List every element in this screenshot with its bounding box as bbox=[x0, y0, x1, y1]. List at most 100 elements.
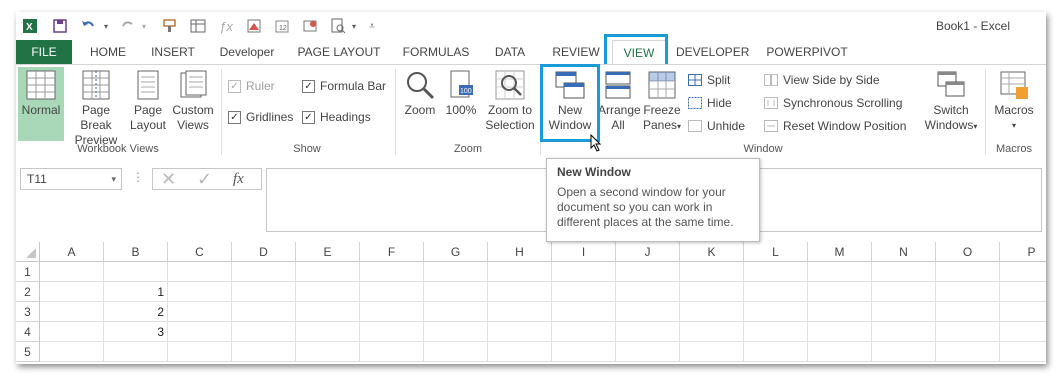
grid-cell[interactable] bbox=[808, 302, 872, 322]
grid-cell[interactable] bbox=[552, 262, 616, 282]
grid-cell[interactable] bbox=[360, 282, 424, 302]
grid-cell[interactable] bbox=[1000, 322, 1046, 342]
grid-cell[interactable] bbox=[680, 342, 744, 362]
print-preview-dropdown-icon[interactable]: ▾ bbox=[346, 18, 362, 34]
grid-cell[interactable] bbox=[232, 282, 296, 302]
grid-cell[interactable] bbox=[680, 322, 744, 342]
grid-cell[interactable] bbox=[1000, 262, 1046, 282]
grid-cell[interactable] bbox=[424, 322, 488, 342]
column-header[interactable]: I bbox=[552, 242, 616, 262]
undo-dropdown-icon[interactable]: ▾ bbox=[98, 18, 114, 34]
reset-window-position-button[interactable]: Reset Window Position bbox=[764, 119, 906, 133]
column-header[interactable]: M bbox=[808, 242, 872, 262]
redo-icon[interactable] bbox=[120, 18, 136, 34]
column-header[interactable]: E bbox=[296, 242, 360, 262]
grid-cell[interactable] bbox=[808, 282, 872, 302]
grid-cell[interactable] bbox=[616, 322, 680, 342]
name-box[interactable]: T11 ▾ bbox=[20, 168, 122, 190]
grid-cell[interactable] bbox=[680, 302, 744, 322]
headings-checkbox[interactable]: ✓ Headings bbox=[302, 110, 371, 124]
grid-cell[interactable] bbox=[808, 322, 872, 342]
grid-cell[interactable] bbox=[488, 342, 552, 362]
record-icon[interactable] bbox=[302, 18, 318, 34]
grid-cell[interactable] bbox=[616, 262, 680, 282]
grid-cell[interactable] bbox=[744, 322, 808, 342]
more-icon[interactable]: ⋮ bbox=[132, 170, 144, 184]
page-layout-button[interactable]: Page Layout bbox=[128, 67, 168, 141]
grid-cell[interactable] bbox=[296, 302, 360, 322]
grid-cell[interactable] bbox=[936, 282, 1000, 302]
tab-developer-addin[interactable]: Developer bbox=[214, 40, 280, 64]
formula-bar-checkbox[interactable]: ✓ Formula Bar bbox=[302, 79, 386, 93]
grid-cell[interactable] bbox=[1000, 302, 1046, 322]
grid-cell[interactable] bbox=[680, 262, 744, 282]
grid-cell[interactable] bbox=[552, 342, 616, 362]
custom-views-button[interactable]: Custom Views bbox=[170, 67, 216, 141]
zoom-100-button[interactable]: 100 100% bbox=[442, 67, 480, 141]
grid-cell[interactable] bbox=[40, 262, 104, 282]
grid-cell[interactable] bbox=[936, 302, 1000, 322]
grid-cell[interactable] bbox=[232, 262, 296, 282]
format-painter-icon[interactable] bbox=[162, 18, 178, 34]
zoom-to-selection-button[interactable]: Zoom to Selection bbox=[482, 67, 538, 141]
hide-button[interactable]: Hide bbox=[688, 96, 732, 110]
grid-cell[interactable] bbox=[104, 262, 168, 282]
grid-cell[interactable] bbox=[552, 282, 616, 302]
grid-cell[interactable] bbox=[744, 342, 808, 362]
page-break-preview-button[interactable]: Page Break Preview bbox=[66, 67, 126, 147]
tab-insert[interactable]: INSERT bbox=[146, 40, 200, 64]
grid-cell[interactable]: 2 bbox=[104, 302, 168, 322]
grid-cell[interactable] bbox=[232, 302, 296, 322]
column-header[interactable]: B bbox=[104, 242, 168, 262]
grid-cell[interactable] bbox=[424, 282, 488, 302]
grid-cell[interactable] bbox=[40, 322, 104, 342]
chart-icon[interactable] bbox=[246, 18, 262, 34]
synchronous-scrolling-button[interactable]: Synchronous Scrolling bbox=[764, 96, 902, 110]
redo-dropdown-icon[interactable]: ▾ bbox=[136, 18, 152, 34]
grid-cell[interactable] bbox=[296, 282, 360, 302]
grid-cell[interactable] bbox=[424, 262, 488, 282]
enter-icon[interactable]: ✓ bbox=[197, 169, 212, 189]
tab-powerpivot[interactable]: POWERPIVOT bbox=[764, 40, 850, 64]
qat-dropdown-icon[interactable]: ⩡ bbox=[364, 18, 380, 34]
grid-cell[interactable] bbox=[1000, 342, 1046, 362]
grid-cell[interactable] bbox=[616, 342, 680, 362]
grid-cell[interactable] bbox=[360, 322, 424, 342]
tab-home[interactable]: HOME bbox=[84, 40, 132, 64]
grid-cell[interactable] bbox=[872, 262, 936, 282]
grid-cell[interactable] bbox=[616, 282, 680, 302]
row-header[interactable]: 1 bbox=[16, 262, 40, 282]
grid-cell[interactable] bbox=[40, 342, 104, 362]
row-header[interactable]: 5 bbox=[16, 342, 40, 362]
row-header[interactable]: 2 bbox=[16, 282, 40, 302]
grid-cell[interactable] bbox=[488, 262, 552, 282]
grid-cell[interactable] bbox=[936, 262, 1000, 282]
row-header[interactable]: 4 bbox=[16, 322, 40, 342]
column-header[interactable]: C bbox=[168, 242, 232, 262]
column-header[interactable]: A bbox=[40, 242, 104, 262]
column-header[interactable]: J bbox=[616, 242, 680, 262]
grid-cell[interactable] bbox=[232, 322, 296, 342]
column-header[interactable]: N bbox=[872, 242, 936, 262]
split-button[interactable]: Split bbox=[688, 73, 730, 87]
macros-button[interactable]: Macros ▾ bbox=[990, 67, 1038, 141]
grid-cell[interactable] bbox=[680, 282, 744, 302]
grid-cell[interactable] bbox=[296, 342, 360, 362]
tab-review[interactable]: REVIEW bbox=[548, 40, 604, 64]
print-preview-icon[interactable] bbox=[330, 18, 346, 34]
chevron-down-icon[interactable]: ▾ bbox=[111, 169, 116, 189]
normal-view-button[interactable]: Normal bbox=[18, 67, 64, 141]
grid-cell[interactable] bbox=[296, 262, 360, 282]
column-header[interactable]: K bbox=[680, 242, 744, 262]
grid-cell[interactable] bbox=[936, 322, 1000, 342]
grid-cell[interactable] bbox=[488, 322, 552, 342]
tab-page-layout[interactable]: PAGE LAYOUT bbox=[296, 40, 382, 64]
tab-file[interactable]: FILE bbox=[16, 40, 72, 64]
insert-function-icon[interactable]: fx bbox=[233, 169, 244, 189]
grid-cell[interactable] bbox=[936, 342, 1000, 362]
grid-cell[interactable] bbox=[744, 302, 808, 322]
grid-cell[interactable] bbox=[360, 262, 424, 282]
grid-cell[interactable]: 1 bbox=[104, 282, 168, 302]
grid-cell[interactable] bbox=[552, 302, 616, 322]
grid-cell[interactable] bbox=[872, 302, 936, 322]
